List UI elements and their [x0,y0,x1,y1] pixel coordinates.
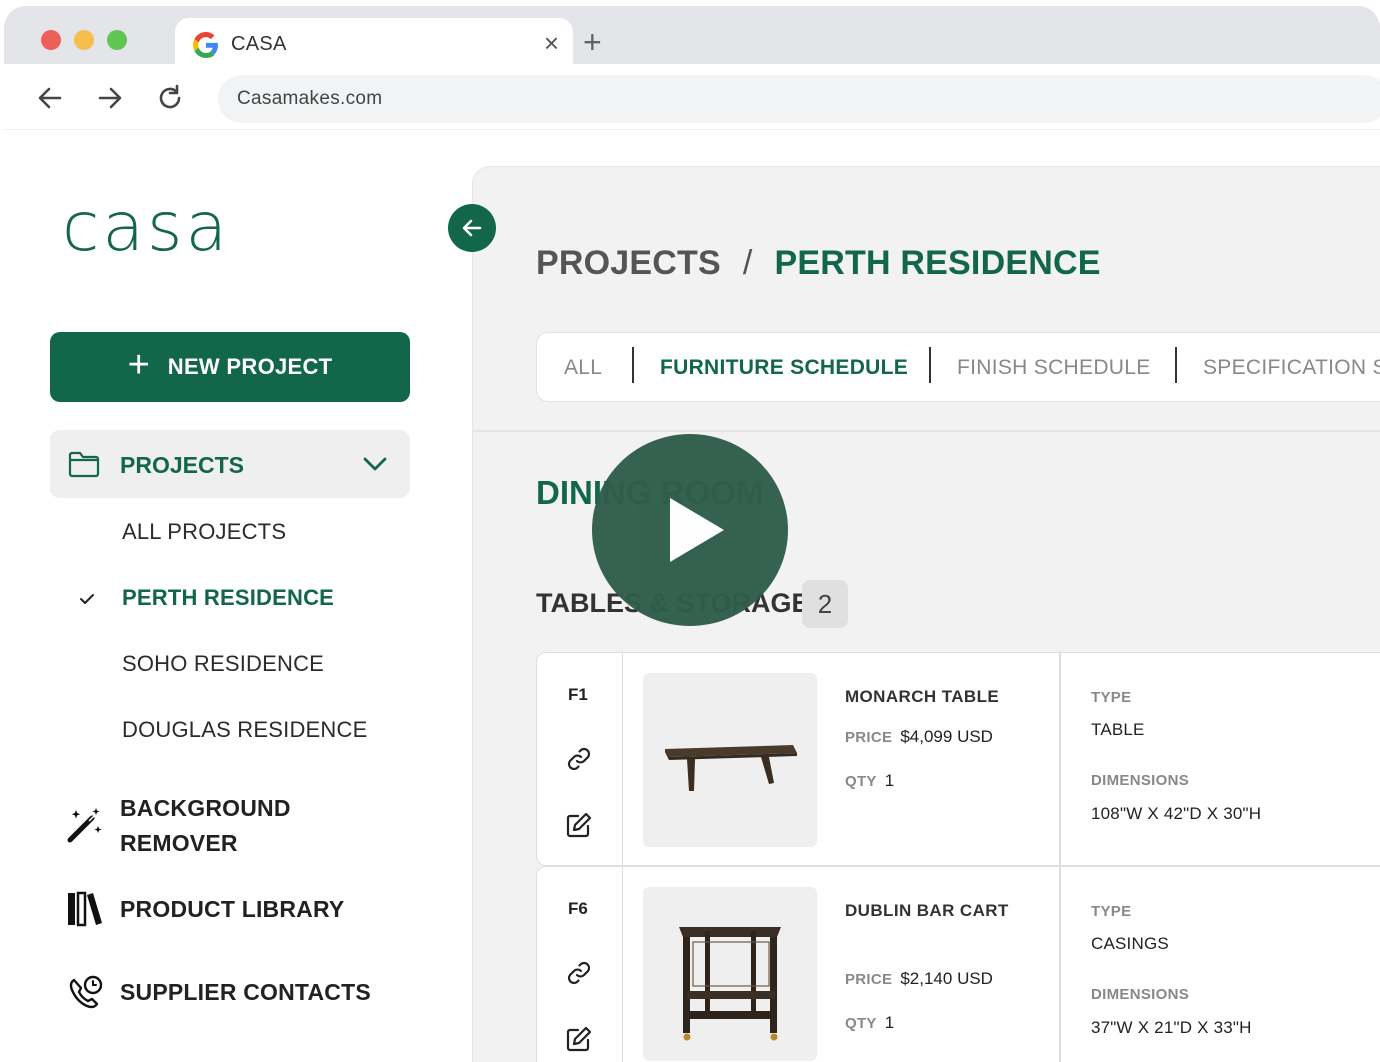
tab-furniture-schedule[interactable]: FURNITURE SCHEDULE [660,356,908,380]
address-bar[interactable]: Casamakes.com [218,75,1380,123]
type-label: TYPE [1091,689,1132,706]
price-label: PRICE [845,729,893,746]
background-remover-label-line2: REMOVER [120,830,238,856]
forward-arrow-icon[interactable] [94,82,126,114]
google-icon [193,32,218,58]
back-arrow-icon[interactable] [34,82,66,114]
edit-icon[interactable] [565,1025,593,1053]
tab-specification-schedule[interactable]: SPECIFICATION S [1203,356,1380,380]
play-icon [670,498,724,562]
browser-tab-strip: CASA × + [4,6,1380,72]
collapse-sidebar-button[interactable] [448,204,496,252]
library-icon [68,891,102,927]
product-price: PRICE $2,140 USD [845,969,993,989]
item-code: F6 [568,899,588,918]
new-tab-icon[interactable]: + [583,26,602,58]
arrow-left-icon [462,219,482,237]
tab-divider [929,347,931,383]
folder-icon [68,451,100,478]
row-actions-column: F1 [537,653,623,865]
sidebar-item-perth-residence[interactable]: PERTH RESIDENCE [122,585,334,611]
phone-icon [69,975,103,1009]
tab-divider [632,347,634,383]
dining-table-image [665,745,797,791]
product-name[interactable]: MONARCH TABLE [845,683,1045,711]
magic-wand-icon [67,808,102,843]
price-label: PRICE [845,971,893,988]
play-video-button[interactable] [592,434,788,626]
type-label: TYPE [1091,903,1132,920]
reload-icon[interactable] [154,82,186,114]
qty-value: 1 [884,771,895,790]
close-tab-icon[interactable]: × [544,30,559,56]
price-value: $2,140 USD [900,969,993,988]
casa-logo[interactable]: casa [62,188,230,268]
chevron-down-icon [363,457,387,471]
maximize-window-button[interactable] [107,30,127,50]
sidebar-item-douglas-residence[interactable]: DOUGLAS RESIDENCE [122,717,367,743]
supplier-contacts-link[interactable]: SUPPLIER CONTACTS [120,975,371,1010]
check-icon [80,594,94,604]
dimensions-value: 37"W X 21"D X 33"H [1091,1018,1252,1037]
type-value: TABLE [1091,720,1145,739]
tab-all[interactable]: ALL [564,356,602,380]
group-count-badge: 2 [802,580,848,628]
tab-finish-schedule[interactable]: FINISH SCHEDULE [957,356,1151,380]
breadcrumb-current: PERTH RESIDENCE [774,244,1101,282]
schedule-row[interactable]: F6 DUBLIN BAR CART PRICE $2,140 USD QTY 1 … [536,866,1380,1062]
new-project-button[interactable]: + NEW PROJECT [50,332,410,402]
edit-icon[interactable] [565,811,593,839]
product-qty: QTY 1 [845,1013,894,1033]
background-remover-link[interactable]: BACKGROUND REMOVER [120,791,291,861]
column-divider [1059,653,1061,865]
tab-divider [1175,347,1177,383]
row-actions-column: F6 [537,867,623,1062]
browser-toolbar: Casamakes.com [4,64,1380,130]
breadcrumb-separator: / [742,244,753,282]
background-remover-label-line1: BACKGROUND [120,795,291,821]
qty-value: 1 [884,1013,895,1032]
close-window-button[interactable] [41,30,61,50]
sidebar-item-soho-residence[interactable]: SOHO RESIDENCE [122,651,324,677]
product-library-link[interactable]: PRODUCT LIBRARY [120,892,344,927]
sidebar-item-all-projects[interactable]: ALL PROJECTS [122,519,286,545]
dimensions-label: DIMENSIONS [1091,986,1190,1003]
qty-label: QTY [845,1015,877,1032]
section-divider [473,430,1380,432]
product-name[interactable]: DUBLIN BAR CART [845,897,1045,925]
link-icon[interactable] [565,745,593,773]
breadcrumb: PROJECTS / PERTH RESIDENCE [536,244,1101,283]
link-icon[interactable] [565,959,593,987]
plus-icon: + [127,344,150,386]
url-text: Casamakes.com [237,88,383,109]
product-image[interactable] [643,887,817,1061]
qty-label: QTY [845,773,877,790]
projects-nav-item[interactable]: PROJECTS [50,430,410,498]
new-project-label: NEW PROJECT [167,354,333,379]
product-image[interactable] [643,673,817,847]
column-divider [1059,867,1061,1062]
dimensions-label: DIMENSIONS [1091,772,1190,789]
product-qty: QTY 1 [845,771,894,791]
product-price: PRICE $4,099 USD [845,727,993,747]
bar-cart-image [679,927,781,1041]
item-code: F1 [568,685,588,704]
dimensions-value: 108"W X 42"D X 30"H [1091,804,1262,823]
minimize-window-button[interactable] [74,30,94,50]
type-value: CASINGS [1091,934,1169,953]
schedule-row[interactable]: F1 MONARCH TABLE PRICE $4,099 USD QTY 1 TY… [536,652,1380,866]
projects-nav-label: PROJECTS [120,452,244,478]
tab-title: CASA [231,33,287,55]
price-value: $4,099 USD [900,727,993,746]
breadcrumb-projects[interactable]: PROJECTS [536,244,721,282]
schedule-tabs: ALL FURNITURE SCHEDULE FINISH SCHEDULE S… [536,332,1380,402]
